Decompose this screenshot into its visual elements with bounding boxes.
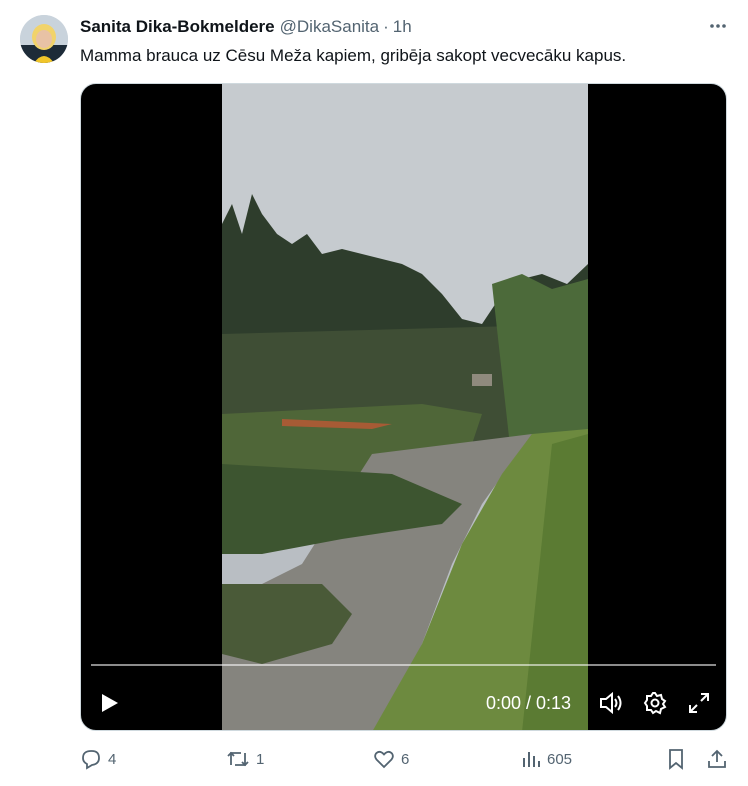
tweet-actions: 4 1 6 605 xyxy=(80,746,730,772)
volume-button[interactable] xyxy=(595,687,627,719)
timestamp[interactable]: 1h xyxy=(393,17,412,37)
analytics-icon xyxy=(523,752,540,767)
like-count: 6 xyxy=(401,750,410,768)
separator: · xyxy=(383,17,389,36)
video-progress-bar[interactable] xyxy=(91,664,716,666)
fullscreen-button[interactable] xyxy=(683,687,715,719)
author-name[interactable]: Sanita Dika-Bokmeldere xyxy=(80,17,275,37)
share-icon xyxy=(708,749,726,768)
tweet-header: Sanita Dika-Bokmeldere @DikaSanita · 1h xyxy=(80,16,728,38)
video-frame[interactable] xyxy=(222,84,588,730)
reply-icon xyxy=(82,750,100,770)
video-player[interactable]: 0:00 / 0:13 xyxy=(80,83,727,731)
like-button[interactable]: 6 xyxy=(373,746,409,772)
volume-icon xyxy=(600,691,622,715)
gear-icon xyxy=(643,692,667,715)
reply-count: 4 xyxy=(108,750,117,768)
bookmark-icon xyxy=(669,749,683,770)
views-button[interactable]: 605 xyxy=(521,746,572,772)
author-handle[interactable]: @DikaSanita xyxy=(280,17,379,37)
view-count: 605 xyxy=(547,750,573,768)
fullscreen-icon xyxy=(689,693,709,713)
more-options-button[interactable] xyxy=(706,14,730,38)
more-horizontal-icon xyxy=(710,24,726,28)
bookmark-button[interactable] xyxy=(666,746,686,772)
avatar[interactable] xyxy=(20,15,68,63)
settings-button[interactable] xyxy=(639,687,671,719)
play-button[interactable] xyxy=(93,687,125,719)
retweet-icon xyxy=(227,751,249,767)
share-button[interactable] xyxy=(706,746,728,772)
play-icon xyxy=(102,694,118,712)
heart-icon xyxy=(374,750,394,769)
reply-button[interactable]: 4 xyxy=(80,746,116,772)
video-timecode: 0:00 / 0:13 xyxy=(486,693,572,713)
retweet-count: 1 xyxy=(256,750,265,768)
retweet-button[interactable]: 1 xyxy=(226,746,264,772)
tweet-text: Mamma brauca uz Cēsu Meža kapiem, gribēj… xyxy=(80,46,627,65)
